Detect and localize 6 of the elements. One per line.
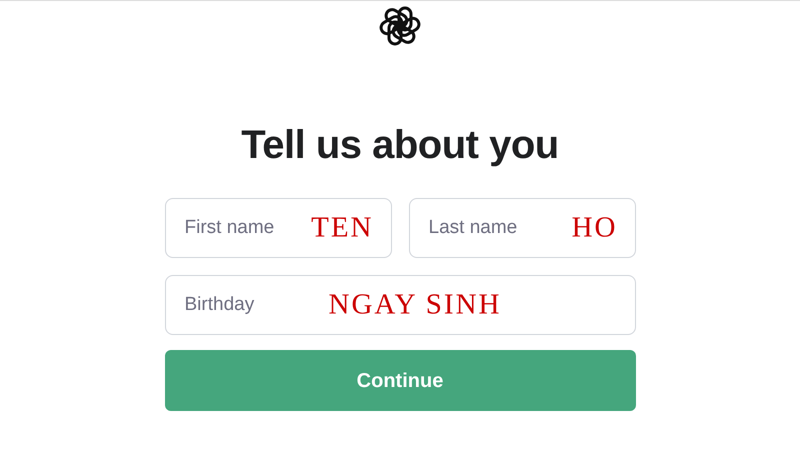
logo-icon xyxy=(379,5,421,47)
page-title: Tell us about you xyxy=(241,122,559,169)
annotation-label: TEN xyxy=(311,214,374,242)
continue-button[interactable]: Continue xyxy=(164,350,636,411)
annotation-label: HO xyxy=(572,214,618,242)
annotation-label: NGAY SINH xyxy=(328,290,502,320)
